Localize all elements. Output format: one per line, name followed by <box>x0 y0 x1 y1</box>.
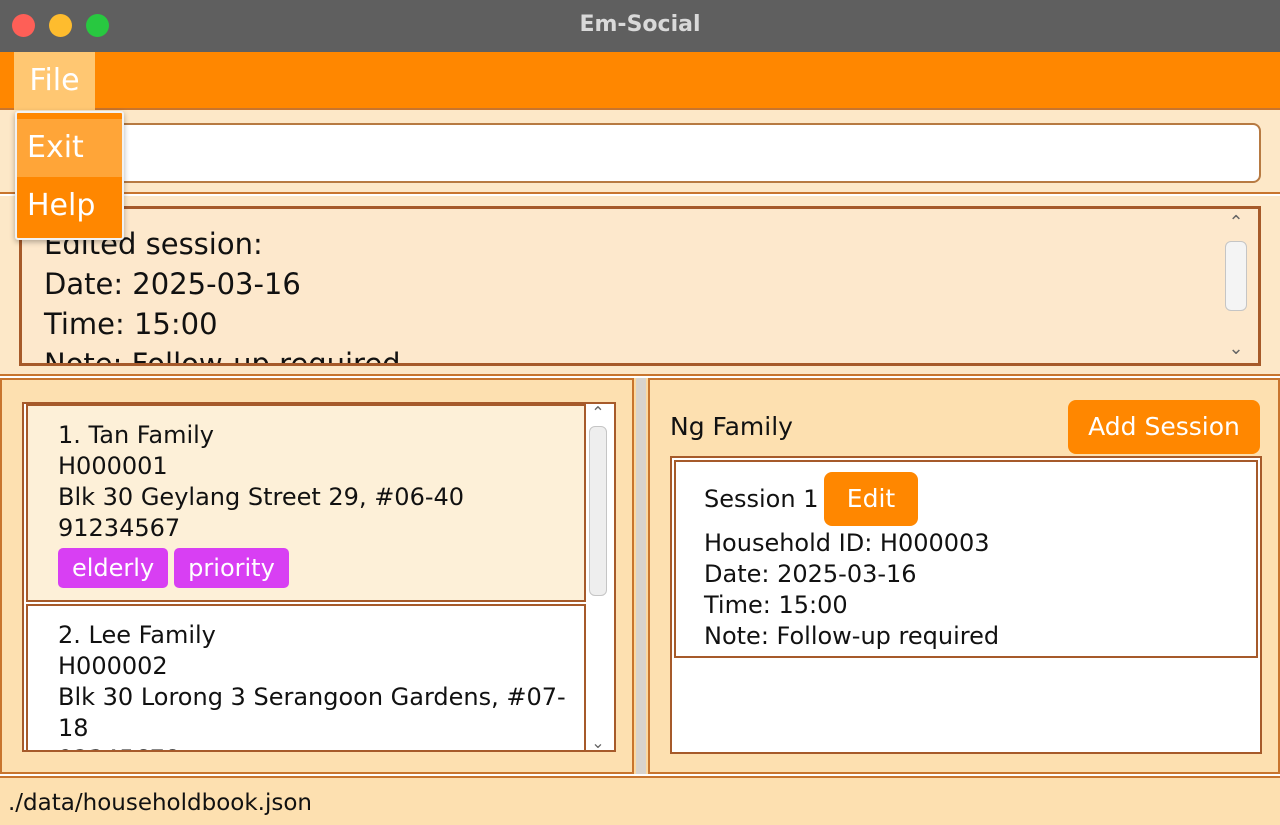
household-address: Blk 30 Lorong 3 Serangoon Gardens, #07-1… <box>58 683 566 742</box>
session-household-id: Household ID: H000003 <box>704 529 990 557</box>
household-phone: 92345678 <box>58 744 584 750</box>
household-id: H000001 <box>58 452 168 480</box>
file-menu-dropdown: Exit Help <box>15 111 124 240</box>
session-list[interactable]: Session 1 Edit Household ID: H000003 Dat… <box>670 456 1262 754</box>
household-list-scrollbar[interactable]: ⌃ ⌄ <box>586 404 610 751</box>
household-detail-panel: Ng Family Add Session Session 1 Edit Hou… <box>648 378 1280 774</box>
household-list[interactable]: 1. Tan Family H000001 Blk 30 Geylang Str… <box>22 402 616 752</box>
main-content: 1. Tan Family H000001 Blk 30 Geylang Str… <box>0 378 1280 774</box>
result-area: Edited session: Date: 2025-03-16 Time: 1… <box>0 196 1280 376</box>
command-input[interactable] <box>20 123 1261 183</box>
session-note: Note: Follow-up required <box>704 622 1000 650</box>
menu-file[interactable]: File <box>14 52 95 110</box>
tag-elderly: elderly <box>58 548 169 588</box>
command-area <box>0 110 1280 194</box>
status-bar: ./data/householdbook.json <box>0 776 1280 825</box>
status-file-path: ./data/householdbook.json <box>8 790 313 816</box>
household-card[interactable]: 2. Lee Family H000002 Blk 30 Lorong 3 Se… <box>26 604 586 750</box>
add-session-button[interactable]: Add Session <box>1068 400 1260 454</box>
household-card[interactable]: 1. Tan Family H000001 Blk 30 Geylang Str… <box>26 404 586 602</box>
scroll-down-icon[interactable]: ⌄ <box>586 734 610 751</box>
household-phone: 91234567 <box>58 514 181 542</box>
session-card: Session 1 Edit Household ID: H000003 Dat… <box>674 460 1258 658</box>
menu-bar: File <box>0 52 1280 110</box>
household-id: H000002 <box>58 652 168 680</box>
session-time: Time: 15:00 <box>704 591 848 619</box>
title-bar: Em-Social <box>0 0 1280 52</box>
result-line: Note: Follow-up required <box>44 347 401 366</box>
tag-priority: priority <box>174 548 289 588</box>
window-title: Em-Social <box>579 12 701 37</box>
household-name: Tan Family <box>88 421 215 449</box>
result-line: Time: 15:00 <box>44 307 218 341</box>
menu-item-help[interactable]: Help <box>17 177 122 235</box>
scroll-down-icon[interactable]: ⌄ <box>1222 339 1250 359</box>
scroll-thumb[interactable] <box>1225 241 1247 311</box>
household-list-panel: 1. Tan Family H000001 Blk 30 Geylang Str… <box>0 378 634 774</box>
scroll-thumb[interactable] <box>589 426 607 596</box>
result-display[interactable]: Edited session: Date: 2025-03-16 Time: 1… <box>19 206 1261 366</box>
menu-item-exit[interactable]: Exit <box>17 119 122 177</box>
edit-session-button[interactable]: Edit <box>824 472 918 526</box>
household-name: Lee Family <box>88 621 216 649</box>
result-line: Date: 2025-03-16 <box>44 267 301 301</box>
household-address: Blk 30 Geylang Street 29, #06-40 <box>58 483 465 511</box>
scroll-up-icon[interactable]: ⌃ <box>586 404 610 422</box>
session-date: Date: 2025-03-16 <box>704 560 917 588</box>
scroll-up-icon[interactable]: ⌃ <box>1222 213 1250 233</box>
result-scrollbar[interactable]: ⌃ ⌄ <box>1222 213 1250 359</box>
household-index: 1. <box>58 421 81 449</box>
household-index: 2. <box>58 621 81 649</box>
detail-family-name: Ng Family <box>670 412 793 441</box>
result-text: Edited session: Date: 2025-03-16 Time: 1… <box>44 224 401 366</box>
split-divider[interactable] <box>636 378 646 774</box>
session-label: Session 1 <box>704 485 819 513</box>
